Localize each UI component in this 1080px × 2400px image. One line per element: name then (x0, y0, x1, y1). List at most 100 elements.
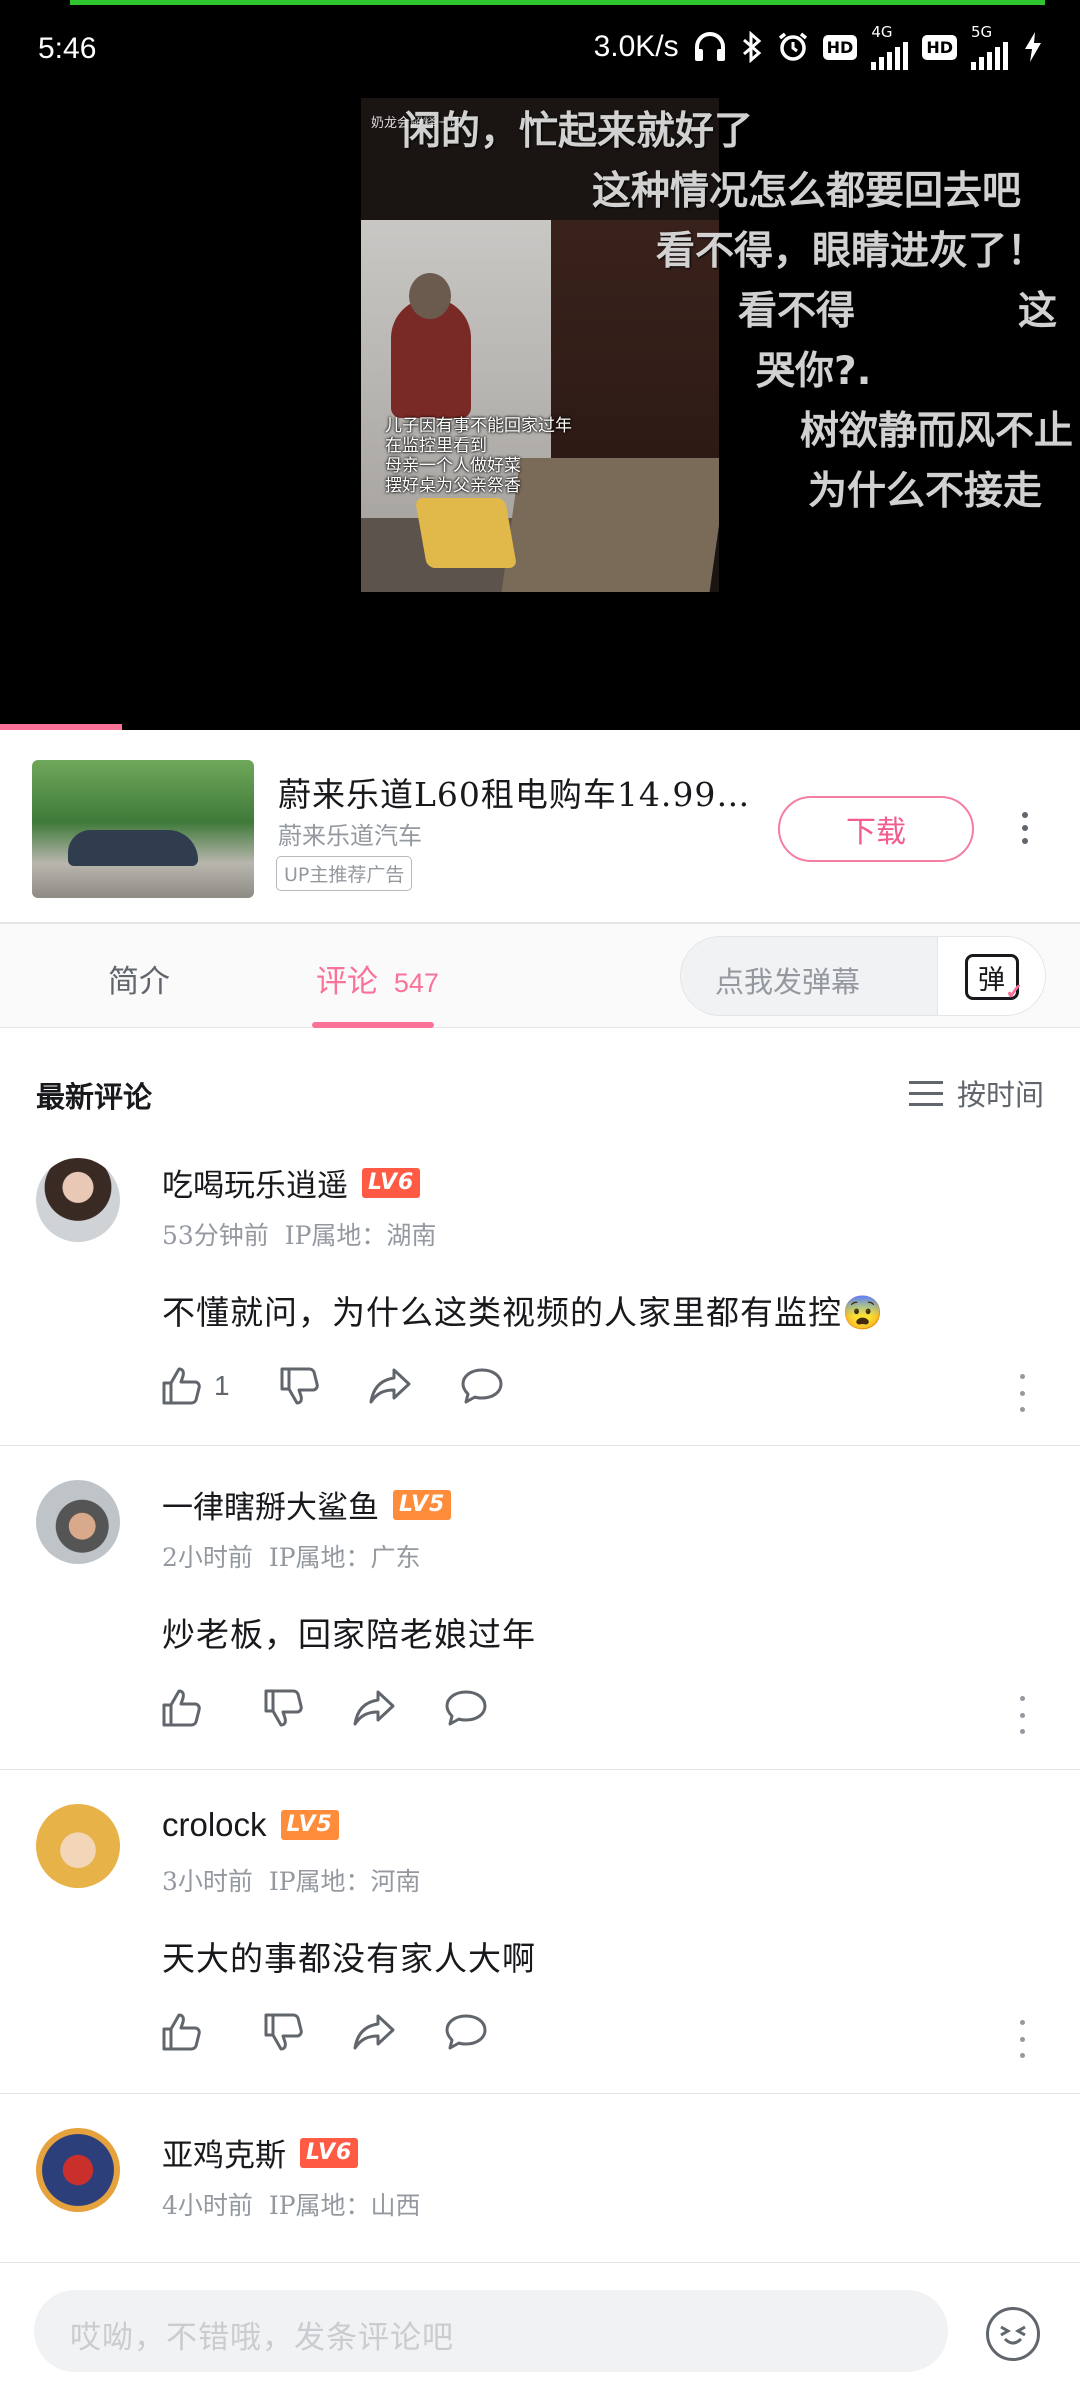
reply-placeholder: 哎呦，不错哦，发条评论吧 (70, 2320, 454, 2356)
comment-text[interactable]: 不懂就问，为什么这类视频的人家里都有监控😨 (162, 1286, 884, 1334)
comment-bubble-icon (461, 1368, 503, 1404)
avatar[interactable] (36, 1480, 120, 1564)
thumbs-down-icon (264, 1689, 303, 1727)
tab-comments-label: 评论 (316, 964, 378, 1000)
sort-list-icon (908, 1080, 943, 1106)
battery-charging-icon (1022, 30, 1044, 64)
thumbs-up-icon (162, 2013, 201, 2051)
comment-bubble-icon (445, 2014, 487, 2050)
share-icon (353, 2014, 395, 2050)
ad-download-button[interactable]: 下载 (778, 796, 974, 862)
status-icons: 3.0K/s HD 4G HD 5G (593, 24, 1044, 70)
status-time: 5:46 (38, 32, 97, 65)
dislike-button[interactable] (262, 2012, 304, 2052)
signal-icon-sim2: 5G (971, 24, 1008, 70)
danmaku-tv-icon: 弹 ✓ (964, 954, 1024, 1005)
signal-icon-sim1: 4G (871, 24, 909, 70)
comment-meta: 4小时前 IP属地：山西 (162, 2191, 421, 2220)
share-button[interactable] (368, 1366, 412, 1406)
comment-username[interactable]: 亚鸡克斯 (162, 2130, 286, 2175)
video-player[interactable]: 5:46 3.0K/s HD 4G HD 5G 奶龙会解释一切 儿子因有事不能回… (0, 0, 1080, 730)
tab-comments-count: 547 (393, 968, 439, 998)
share-button[interactable] (352, 1688, 396, 1728)
comment-text[interactable]: 天大的事都没有家人大啊 (162, 1932, 536, 1980)
comment-username[interactable]: 吃喝玩乐逍遥 (162, 1160, 348, 1205)
comment-bubble-icon (445, 1690, 487, 1726)
level-badge: LV6 (362, 1167, 421, 1198)
ad-title: 蔚来乐道L60租电购车14.99… (278, 775, 751, 814)
danmaku-placeholder: 点我发弹幕 (715, 965, 861, 999)
danmaku-item: 这 (1018, 289, 1058, 334)
tab-intro[interactable]: 简介 (108, 956, 170, 1001)
comment-text[interactable]: 炒老板，回家陪老娘过年 (162, 1608, 536, 1656)
comment-more-icon[interactable] (1020, 1696, 1030, 1734)
tab-comments[interactable]: 评论 547 (316, 956, 439, 1001)
danmaku-item: 树欲静而风不止 (800, 409, 1074, 454)
danmaku-toggle-button[interactable]: 弹 ✓ (937, 937, 1045, 1015)
comments-title: 最新评论 (36, 1080, 153, 1114)
active-tab-indicator (312, 1022, 434, 1028)
share-button[interactable] (352, 2012, 396, 2052)
comment-item: crolock LV5 3小时前 IP属地：河南 天大的事都没有家人大啊 (0, 1770, 1080, 2094)
dislike-button[interactable] (262, 1688, 304, 1728)
comment-more-icon[interactable] (1020, 1374, 1030, 1412)
comment-compose-bar: 哎呦，不错哦，发条评论吧 (0, 2262, 1080, 2400)
like-count: 1 (214, 1370, 230, 1401)
ad-badge: UP主推荐广告 (276, 856, 413, 891)
ad-more-icon[interactable] (1010, 808, 1040, 848)
comment-item: 亚鸡克斯 LV6 4小时前 IP属地：山西 (0, 2094, 1080, 2262)
avatar[interactable] (36, 1804, 120, 1888)
comment-meta: 2小时前 IP属地：广东 (162, 1543, 421, 1572)
like-button[interactable] (160, 2012, 214, 2052)
reply-button[interactable] (444, 1688, 488, 1728)
sort-button[interactable]: 按时间 (908, 1072, 1044, 1114)
reply-button[interactable] (460, 1366, 504, 1406)
thumbs-up-icon (162, 1689, 201, 1727)
dislike-button[interactable] (278, 1366, 320, 1406)
comment-meta: 3小时前 IP属地：河南 (162, 1867, 421, 1896)
tab-bar: 简介 评论 547 点我发弹幕 弹 ✓ (0, 924, 1080, 1028)
sort-label: 按时间 (956, 1078, 1044, 1112)
danmaku-item: 这种情况怎么都要回去吧 (592, 169, 1022, 214)
danmaku-input[interactable]: 点我发弹幕 弹 ✓ (680, 936, 1046, 1016)
share-icon (353, 1690, 395, 1726)
alarm-icon (777, 30, 809, 64)
reply-button[interactable] (444, 2012, 488, 2052)
thumbs-down-icon (264, 2013, 303, 2051)
reply-input[interactable]: 哎呦，不错哦，发条评论吧 (34, 2290, 948, 2372)
comment-username[interactable]: 一律瞎掰大鲨鱼 (162, 1482, 379, 1527)
net-speed: 3.0K/s (593, 30, 679, 63)
thumbs-up-icon (162, 1367, 201, 1405)
level-badge: LV5 (280, 1810, 339, 1840)
emoji-icon[interactable] (986, 2307, 1040, 2361)
danmaku-item: 哭你?. (756, 349, 872, 394)
level-badge: LV6 (300, 2137, 359, 2168)
comment-meta: 53分钟前 IP属地：湖南 (162, 1221, 437, 1250)
like-button[interactable]: 1 (160, 1366, 230, 1406)
comment-more-icon[interactable] (1020, 2020, 1030, 2058)
bluetooth-icon (741, 30, 763, 64)
comment-item: 一律瞎掰大鲨鱼 LV5 2小时前 IP属地：广东 炒老板，回家陪老娘过年 (0, 1446, 1080, 1770)
comment-item: 吃喝玩乐逍遥 LV6 53分钟前 IP属地：湖南 不懂就问，为什么这类视频的人家… (0, 1140, 1080, 1446)
hd-icon-sim2: HD (922, 30, 957, 64)
avatar[interactable] (36, 2128, 120, 2212)
share-icon (369, 1368, 411, 1404)
headphones-icon (693, 30, 727, 64)
level-badge: LV5 (393, 1489, 452, 1520)
hd-icon-sim1: HD (822, 30, 858, 64)
danmaku-item: 看不得，眼睛进灰了！ (656, 229, 1047, 274)
danmaku-item: 看不得 (738, 289, 856, 334)
ad-card[interactable]: 蔚来乐道L60租电购车14.99… 蔚来乐道汽车 UP主推荐广告 下载 (0, 730, 1080, 922)
ad-thumbnail (32, 760, 254, 898)
comment-username[interactable]: crolock (162, 1806, 267, 1844)
avatar[interactable] (36, 1158, 120, 1242)
danmaku-item: 为什么不接走 (808, 469, 1043, 514)
danmaku-item: 闲的，忙起来就好了 (402, 109, 754, 154)
ad-advertiser: 蔚来乐道汽车 (278, 822, 422, 850)
thumbs-down-icon (280, 1367, 319, 1405)
comments-header: 最新评论 按时间 (0, 1030, 1080, 1140)
page-load-progress (70, 0, 1045, 5)
like-button[interactable] (160, 1688, 214, 1728)
video-caption: 儿子因有事不能回家过年 在监控里看到 母亲一个人做好菜 摆好桌为父亲祭香 (385, 416, 572, 496)
status-bar: 5:46 3.0K/s HD 4G HD 5G (0, 18, 1080, 80)
